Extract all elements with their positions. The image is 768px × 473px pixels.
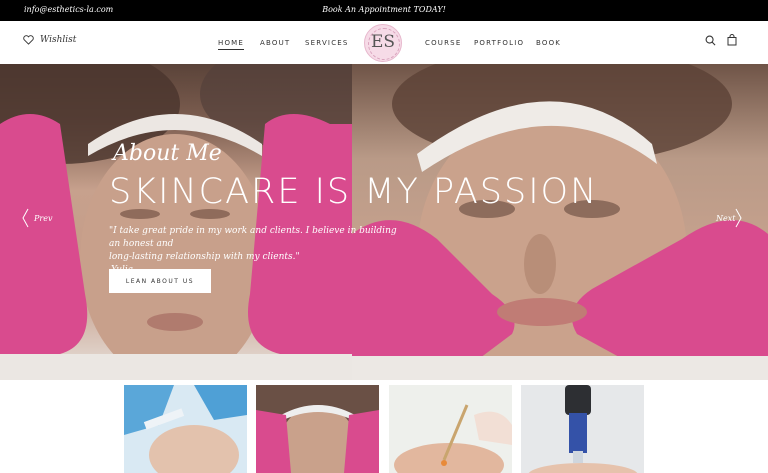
nav-home[interactable]: HOME bbox=[218, 39, 245, 50]
gallery-thumb-4[interactable] bbox=[521, 385, 644, 473]
quote-line-1: "I take great pride in my work and clien… bbox=[109, 226, 397, 249]
hero-headline: SKINCARE IS MY PASSION bbox=[109, 172, 599, 212]
hero-image-left bbox=[0, 64, 400, 380]
search-icon[interactable] bbox=[705, 35, 716, 46]
main-nav: Wishlist HOME ABOUT SERVICES ES COURSE P… bbox=[0, 21, 768, 64]
hero-slider: About Me SKINCARE IS MY PASSION "I take … bbox=[0, 64, 768, 380]
facial-treatment-photo-left bbox=[0, 64, 400, 380]
announcement-bar: info@esthetics-la.com Book An Appointmen… bbox=[0, 0, 768, 21]
site-logo[interactable]: ES bbox=[364, 24, 402, 62]
next-label: Next bbox=[716, 214, 736, 223]
heart-icon bbox=[23, 35, 34, 45]
gallery-thumb-3[interactable] bbox=[389, 385, 512, 473]
facial-brush-photo bbox=[389, 385, 512, 473]
nav-book[interactable]: BOOK bbox=[536, 39, 561, 47]
chevron-right-icon bbox=[735, 208, 742, 228]
nav-course[interactable]: COURSE bbox=[425, 39, 461, 47]
slider-prev[interactable]: Prev bbox=[22, 208, 53, 228]
quote-line-2: long-lasting relationship with my client… bbox=[109, 252, 300, 262]
wishlist-link[interactable]: Wishlist bbox=[23, 35, 76, 45]
microneedling-device-photo bbox=[521, 385, 644, 473]
shopping-bag-icon[interactable] bbox=[727, 34, 737, 46]
glove-massage-photo bbox=[256, 385, 379, 473]
nav-services[interactable]: SERVICES bbox=[305, 39, 349, 47]
hydrafacial-photo bbox=[124, 385, 247, 473]
logo-monogram: ES bbox=[370, 32, 396, 52]
hero-image-right bbox=[352, 64, 768, 380]
wishlist-label: Wishlist bbox=[40, 35, 77, 45]
gallery-thumb-1[interactable] bbox=[124, 385, 247, 473]
gallery-thumb-2[interactable] bbox=[256, 385, 379, 473]
nav-about[interactable]: ABOUT bbox=[260, 39, 290, 47]
learn-about-us-button[interactable]: LEAN ABOUT US bbox=[109, 269, 211, 293]
facial-treatment-photo-right bbox=[352, 64, 768, 380]
prev-label: Prev bbox=[34, 214, 53, 223]
nav-portfolio[interactable]: PORTFOLIO bbox=[474, 39, 524, 47]
hero-eyebrow: About Me bbox=[113, 141, 222, 166]
promo-text[interactable]: Book An Appointment TODAY! bbox=[0, 5, 768, 14]
slider-next[interactable]: Next bbox=[716, 208, 742, 228]
chevron-left-icon bbox=[22, 208, 29, 228]
